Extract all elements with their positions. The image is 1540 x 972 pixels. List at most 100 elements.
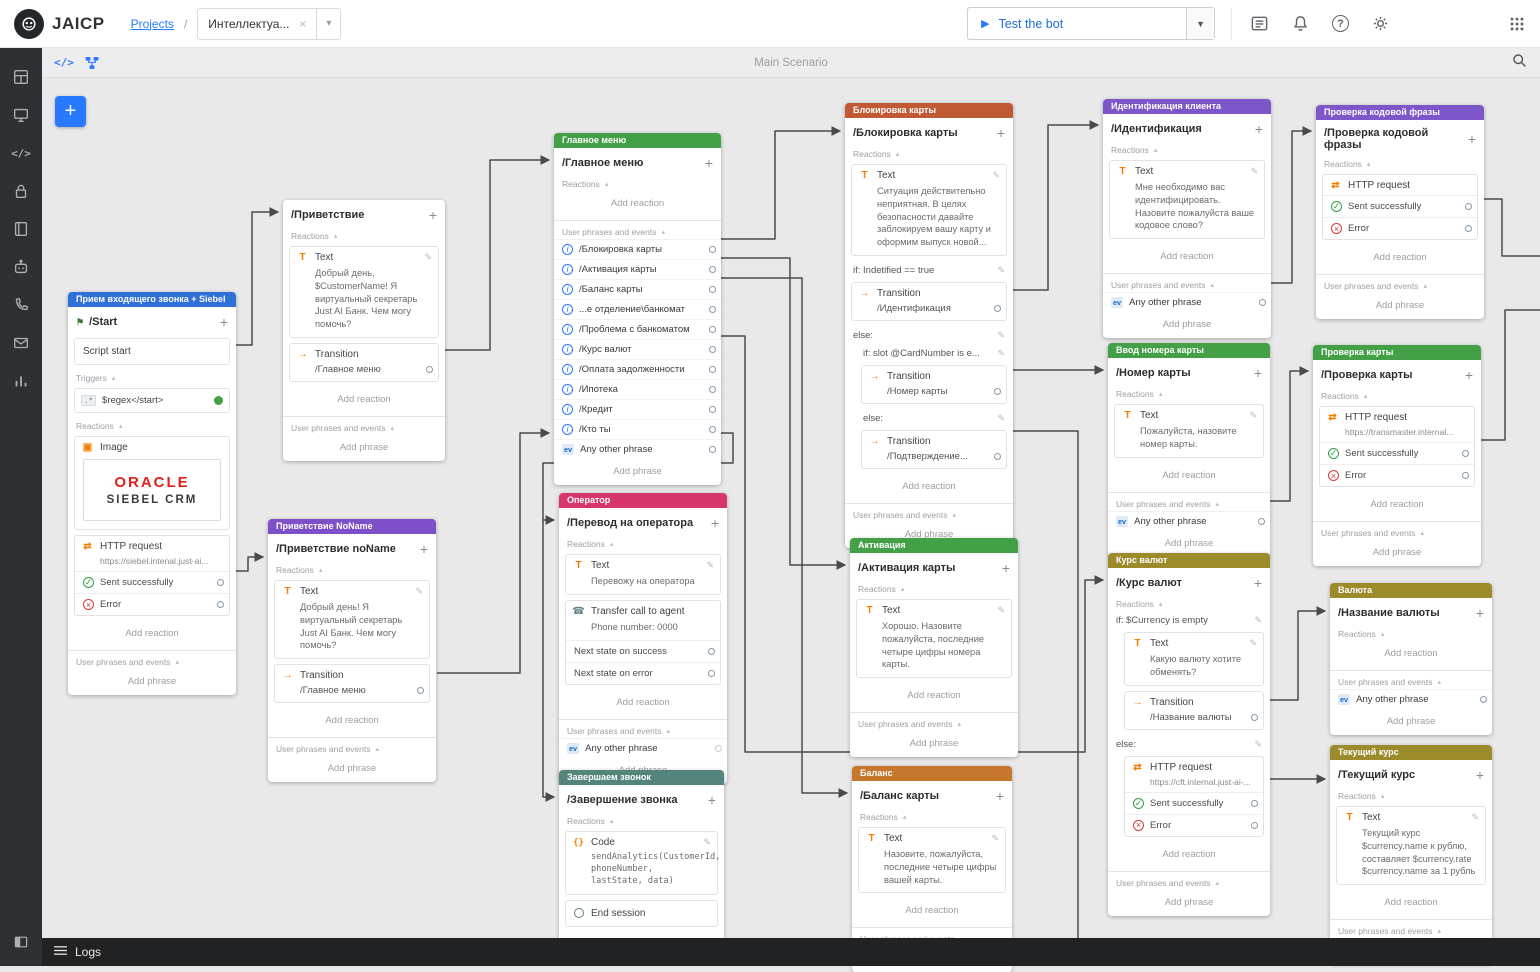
edit-icon[interactable]: ✎ bbox=[1249, 410, 1257, 421]
add-block-icon[interactable]: + bbox=[1255, 121, 1263, 137]
scenario-card[interactable]: Проверка кодовой фразы/Проверка кодовой … bbox=[1316, 105, 1484, 319]
connection-port[interactable] bbox=[1465, 225, 1472, 232]
add-block-icon[interactable]: + bbox=[997, 125, 1005, 141]
section-label[interactable]: Reactions▴ bbox=[1313, 388, 1481, 403]
section-label[interactable]: Reactions▴ bbox=[852, 809, 1012, 824]
add-block-icon[interactable]: + bbox=[711, 515, 719, 531]
test-bot-dropdown[interactable]: ▼ bbox=[1186, 8, 1214, 39]
connection-wire[interactable] bbox=[236, 212, 278, 345]
connection-port[interactable] bbox=[708, 648, 715, 655]
add-block-icon[interactable]: + bbox=[420, 541, 428, 557]
group-header[interactable]: Проверка карты bbox=[1313, 345, 1481, 360]
scenario-card[interactable]: Блокировка карты/Блокировка карты+Reacti… bbox=[845, 103, 1013, 548]
connection-port[interactable] bbox=[1251, 714, 1258, 721]
app-logo-icon[interactable] bbox=[14, 9, 44, 39]
scenario-card[interactable]: Главное меню/Главное меню+Reactions▴Add … bbox=[554, 133, 721, 485]
sidebar-item-bot[interactable] bbox=[0, 248, 42, 286]
connection-port[interactable] bbox=[1259, 299, 1266, 306]
connection-port[interactable] bbox=[1465, 203, 1472, 210]
edit-icon[interactable]: ✎ bbox=[1471, 812, 1479, 823]
close-icon[interactable]: × bbox=[299, 17, 306, 31]
add-reaction-button[interactable]: Add reaction bbox=[850, 683, 1018, 709]
edit-icon[interactable]: ✎ bbox=[703, 837, 711, 848]
any-other-phrase[interactable]: evAny other phrase bbox=[1330, 689, 1492, 709]
connection-port[interactable] bbox=[994, 388, 1001, 395]
add-reaction-button[interactable]: Add reaction bbox=[554, 191, 721, 217]
state-title[interactable]: /Активация карты+ bbox=[850, 553, 1018, 581]
connection-wire[interactable] bbox=[1000, 125, 1098, 290]
text-reaction[interactable]: TText✎Назовите, пожалуйста, последние че… bbox=[858, 827, 1006, 893]
chevron-down-icon[interactable]: ▾ bbox=[316, 9, 340, 39]
connection-port[interactable] bbox=[994, 453, 1001, 460]
intent-item[interactable]: i/Курс валют bbox=[554, 339, 721, 359]
end-session-reaction[interactable]: End session bbox=[565, 900, 718, 927]
add-block-icon[interactable]: + bbox=[220, 314, 228, 330]
condition-row[interactable]: if: slot @CardNumber is e...✎ bbox=[845, 344, 1013, 362]
add-phrase-button[interactable]: Add phrase bbox=[1103, 312, 1271, 338]
intent-item[interactable]: i/Баланс карты bbox=[554, 279, 721, 299]
connection-port[interactable] bbox=[715, 745, 722, 752]
state-title[interactable]: /Номер карты+ bbox=[1108, 358, 1270, 386]
edit-icon[interactable]: ✎ bbox=[992, 170, 1000, 181]
scenario-card[interactable]: Активация/Активация карты+Reactions▴TTex… bbox=[850, 538, 1018, 757]
add-reaction-button[interactable]: Add reaction bbox=[268, 708, 436, 734]
group-header[interactable]: Прием входящего звонка + Siebel bbox=[68, 292, 236, 307]
connection-wire[interactable] bbox=[713, 131, 840, 239]
section-label[interactable]: User phrases and events▴ bbox=[845, 503, 1013, 522]
connection-port[interactable] bbox=[1251, 800, 1258, 807]
add-reaction-button[interactable]: Add reaction bbox=[845, 474, 1013, 500]
add-phrase-button[interactable]: Add phrase bbox=[1313, 540, 1481, 566]
connection-port[interactable] bbox=[709, 346, 716, 353]
group-header[interactable]: Курс валют bbox=[1108, 553, 1270, 568]
group-header[interactable]: Баланс bbox=[852, 766, 1012, 781]
section-label[interactable]: Reactions▴ bbox=[850, 581, 1018, 596]
add-block-icon[interactable]: + bbox=[1002, 560, 1010, 576]
edit-icon[interactable]: ✎ bbox=[1250, 166, 1258, 177]
add-reaction-button[interactable]: Add reaction bbox=[1313, 492, 1481, 518]
text-reaction[interactable]: TText✎Ситуация действительно неприятная.… bbox=[851, 164, 1007, 256]
add-reaction-button[interactable]: Add reaction bbox=[1103, 244, 1271, 270]
sidebar-item-knowledge[interactable] bbox=[0, 210, 42, 248]
section-label[interactable]: User phrases and events▴ bbox=[559, 719, 727, 738]
edit-icon[interactable]: ✎ bbox=[997, 605, 1005, 616]
scenario-card[interactable]: Текущий курс/Текущий курс+Reactions▴TTex… bbox=[1330, 745, 1492, 964]
sidebar-item-analytics[interactable] bbox=[0, 362, 42, 400]
group-header[interactable]: Оператор bbox=[559, 493, 727, 508]
intent-item[interactable]: i/Кредит bbox=[554, 399, 721, 419]
text-reaction[interactable]: TText✎Добрый день! Я виртуальный секрета… bbox=[274, 580, 430, 659]
section-label[interactable]: User phrases and events▴ bbox=[1103, 273, 1271, 292]
search-icon[interactable] bbox=[1511, 52, 1528, 74]
connection-port[interactable] bbox=[1462, 450, 1469, 457]
state-title[interactable]: /Идентификация+ bbox=[1103, 114, 1271, 142]
scenario-card[interactable]: /Приветствие+Reactions▴TText✎Добрый день… bbox=[283, 200, 445, 461]
section-label[interactable]: Reactions▴ bbox=[268, 562, 436, 577]
transition-reaction[interactable]: →Transition/Номер карты bbox=[861, 365, 1007, 404]
add-phrase-button[interactable]: Add phrase bbox=[268, 756, 436, 782]
scenario-card[interactable]: Ввод номера карты/Номер карты+Reactions▴… bbox=[1108, 343, 1270, 557]
add-reaction-button[interactable]: Add reaction bbox=[1330, 890, 1492, 916]
help-icon[interactable]: ? bbox=[1332, 15, 1349, 32]
sidebar-item-channels[interactable] bbox=[0, 96, 42, 134]
connection-port[interactable] bbox=[708, 670, 715, 677]
add-block-icon[interactable]: + bbox=[1476, 605, 1484, 621]
add-block-icon[interactable]: + bbox=[1254, 365, 1262, 381]
state-title[interactable]: /Приветствие+ bbox=[283, 200, 445, 228]
add-block-icon[interactable]: + bbox=[1476, 767, 1484, 783]
scenario-card[interactable]: Идентификация клиента/Идентификация+Reac… bbox=[1103, 99, 1271, 338]
transition-reaction[interactable]: →Transition/Подтверждение... bbox=[861, 430, 1007, 469]
projects-link[interactable]: Projects bbox=[131, 17, 174, 31]
gear-icon[interactable] bbox=[1371, 14, 1390, 33]
scenario-card[interactable]: Завершаем звонок/Завершение звонка+React… bbox=[559, 770, 724, 958]
code-view-icon[interactable]: </> bbox=[54, 56, 74, 69]
sidebar-item-mail[interactable] bbox=[0, 324, 42, 362]
add-reaction-button[interactable]: Add reaction bbox=[1316, 245, 1484, 271]
state-title[interactable]: /Проверка карты+ bbox=[1313, 360, 1481, 388]
intent-item[interactable]: i/Активация карты bbox=[554, 259, 721, 279]
edit-icon[interactable]: ✎ bbox=[997, 413, 1005, 424]
group-header[interactable]: Валюта bbox=[1330, 583, 1492, 598]
intent-item[interactable]: i/Ипотека bbox=[554, 379, 721, 399]
add-reaction-button[interactable]: Add reaction bbox=[1108, 463, 1270, 489]
group-header[interactable]: Блокировка карты bbox=[845, 103, 1013, 118]
connection-wire[interactable] bbox=[437, 433, 549, 673]
state-title[interactable]: /Название валюты+ bbox=[1330, 598, 1492, 626]
